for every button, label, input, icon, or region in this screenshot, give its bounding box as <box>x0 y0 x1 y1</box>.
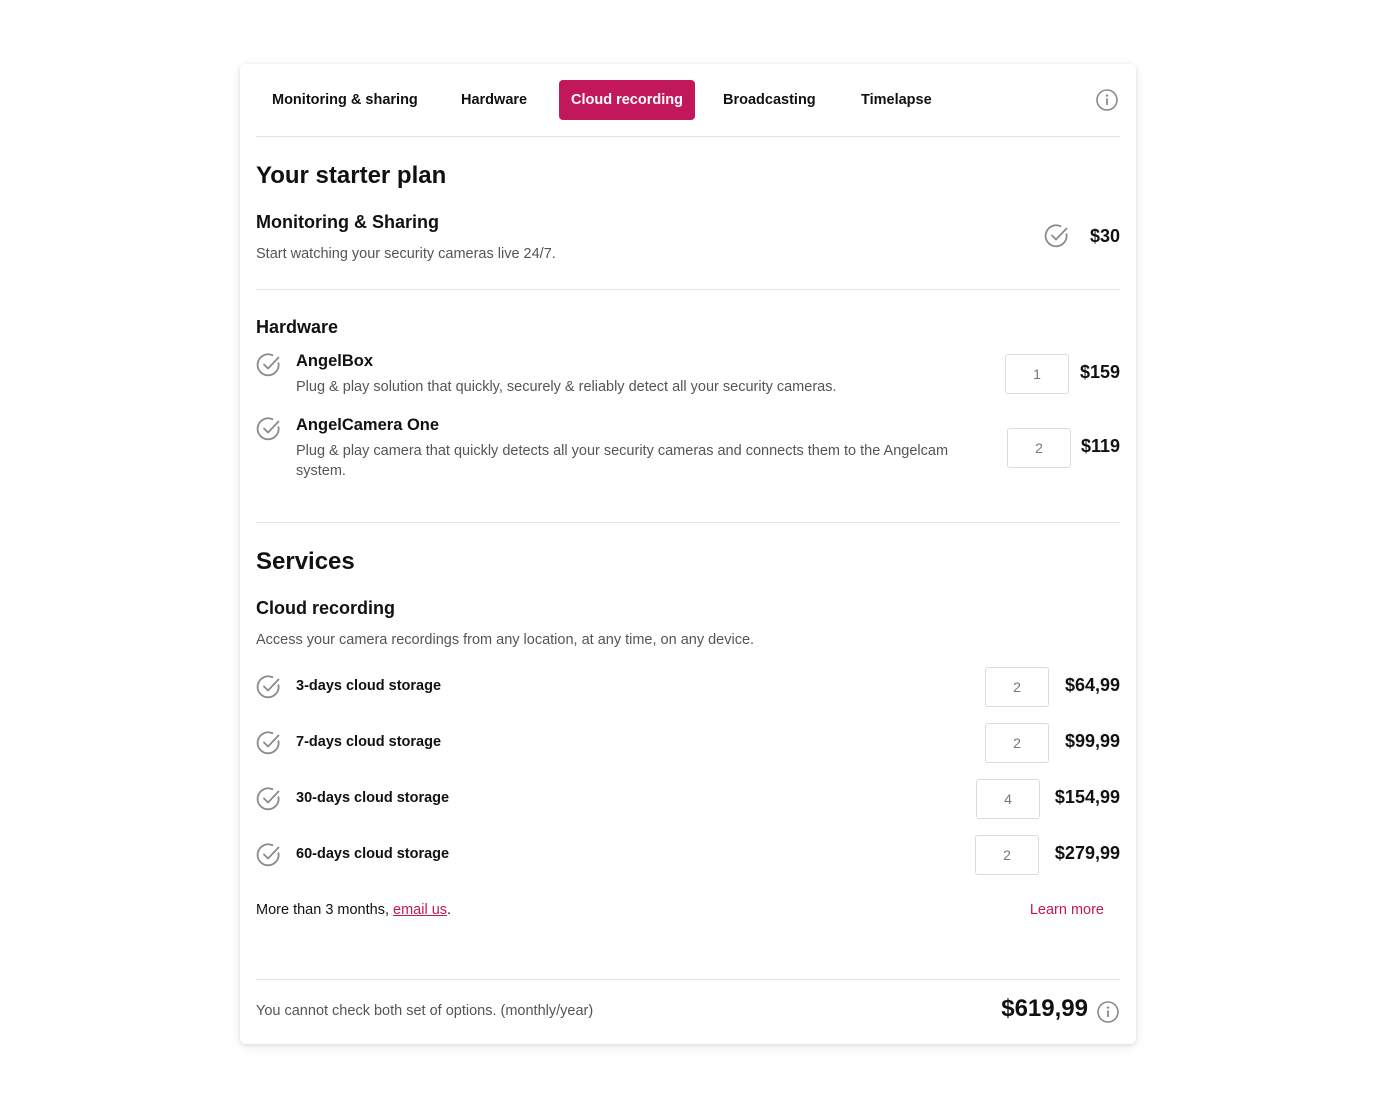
info-icon[interactable] <box>1097 1001 1119 1023</box>
angelbox-price: $159 <box>1079 362 1120 382</box>
total-price: $619,99 <box>1001 995 1088 1022</box>
angelbox-description: Plug & play solution that quickly, secur… <box>296 379 837 395</box>
check-circle-icon[interactable] <box>256 730 282 756</box>
tab-broadcasting[interactable]: Broadcasting <box>707 80 832 120</box>
monitoring-title: Monitoring & Sharing <box>256 212 439 232</box>
footer-note: You cannot check both set of options. (m… <box>256 1003 594 1019</box>
tab-bar: Monitoring & sharing Hardware Cloud reco… <box>256 80 1120 120</box>
info-icon[interactable] <box>1096 89 1118 111</box>
storage-3-days-quantity-input[interactable] <box>985 667 1049 707</box>
services-title: Services <box>256 548 355 575</box>
monitoring-price: $30 <box>1089 226 1120 246</box>
storage-option-price: $154,99 <box>1054 787 1120 807</box>
section-divider <box>256 522 1120 523</box>
check-circle-icon[interactable] <box>256 352 282 378</box>
cloud-recording-description: Access your camera recordings from any l… <box>256 632 755 648</box>
hardware-title: Hardware <box>256 317 339 337</box>
check-circle-icon[interactable] <box>256 786 282 812</box>
section-divider <box>256 289 1120 290</box>
pricing-card: Monitoring & sharing Hardware Cloud reco… <box>240 64 1136 1044</box>
check-circle-icon[interactable] <box>256 674 282 700</box>
more-than-3-months-text: More than 3 months, email us. <box>256 902 451 918</box>
footer-divider <box>256 979 1120 980</box>
more-suffix: . <box>447 902 452 918</box>
more-text: More than 3 months, <box>256 902 394 918</box>
angelbox-quantity-input[interactable] <box>1005 354 1069 394</box>
check-circle-icon[interactable] <box>256 416 282 442</box>
storage-option-label: 60-days cloud storage <box>296 846 450 862</box>
storage-option-label: 7-days cloud storage <box>296 734 442 750</box>
storage-option-price: $279,99 <box>1054 843 1120 863</box>
storage-option-label: 3-days cloud storage <box>296 678 442 694</box>
angelcamera-title: AngelCamera One <box>296 416 440 434</box>
check-circle-icon[interactable] <box>1044 223 1070 249</box>
starter-plan-title: Your starter plan <box>256 162 447 189</box>
tab-hardware[interactable]: Hardware <box>445 80 543 120</box>
cloud-recording-title: Cloud recording <box>256 598 395 618</box>
storage-7-days-quantity-input[interactable] <box>985 723 1049 763</box>
check-circle-icon[interactable] <box>256 842 282 868</box>
pricing-card-content: Monitoring & sharing Hardware Cloud reco… <box>256 64 1120 1044</box>
email-us-link[interactable]: email us <box>393 902 447 918</box>
angelcamera-description: Plug & play camera that quickly detects … <box>296 443 949 479</box>
storage-option-price: $99,99 <box>1064 731 1120 751</box>
tabs-divider <box>256 136 1120 137</box>
angelcamera-price: $119 <box>1080 436 1120 456</box>
learn-more-link[interactable]: Learn more <box>1030 902 1104 918</box>
monitoring-description: Start watching your security cameras liv… <box>256 246 556 262</box>
angelcamera-quantity-input[interactable] <box>1007 428 1071 468</box>
storage-30-days-quantity-input[interactable] <box>976 779 1040 819</box>
angelbox-title: AngelBox <box>296 352 374 370</box>
storage-option-price: $64,99 <box>1064 675 1120 695</box>
tab-monitoring-sharing[interactable]: Monitoring & sharing <box>256 80 434 120</box>
tab-cloud-recording[interactable]: Cloud recording <box>559 80 695 120</box>
storage-option-label: 30-days cloud storage <box>296 790 450 806</box>
tab-timelapse[interactable]: Timelapse <box>845 80 948 120</box>
storage-60-days-quantity-input[interactable] <box>975 835 1039 875</box>
